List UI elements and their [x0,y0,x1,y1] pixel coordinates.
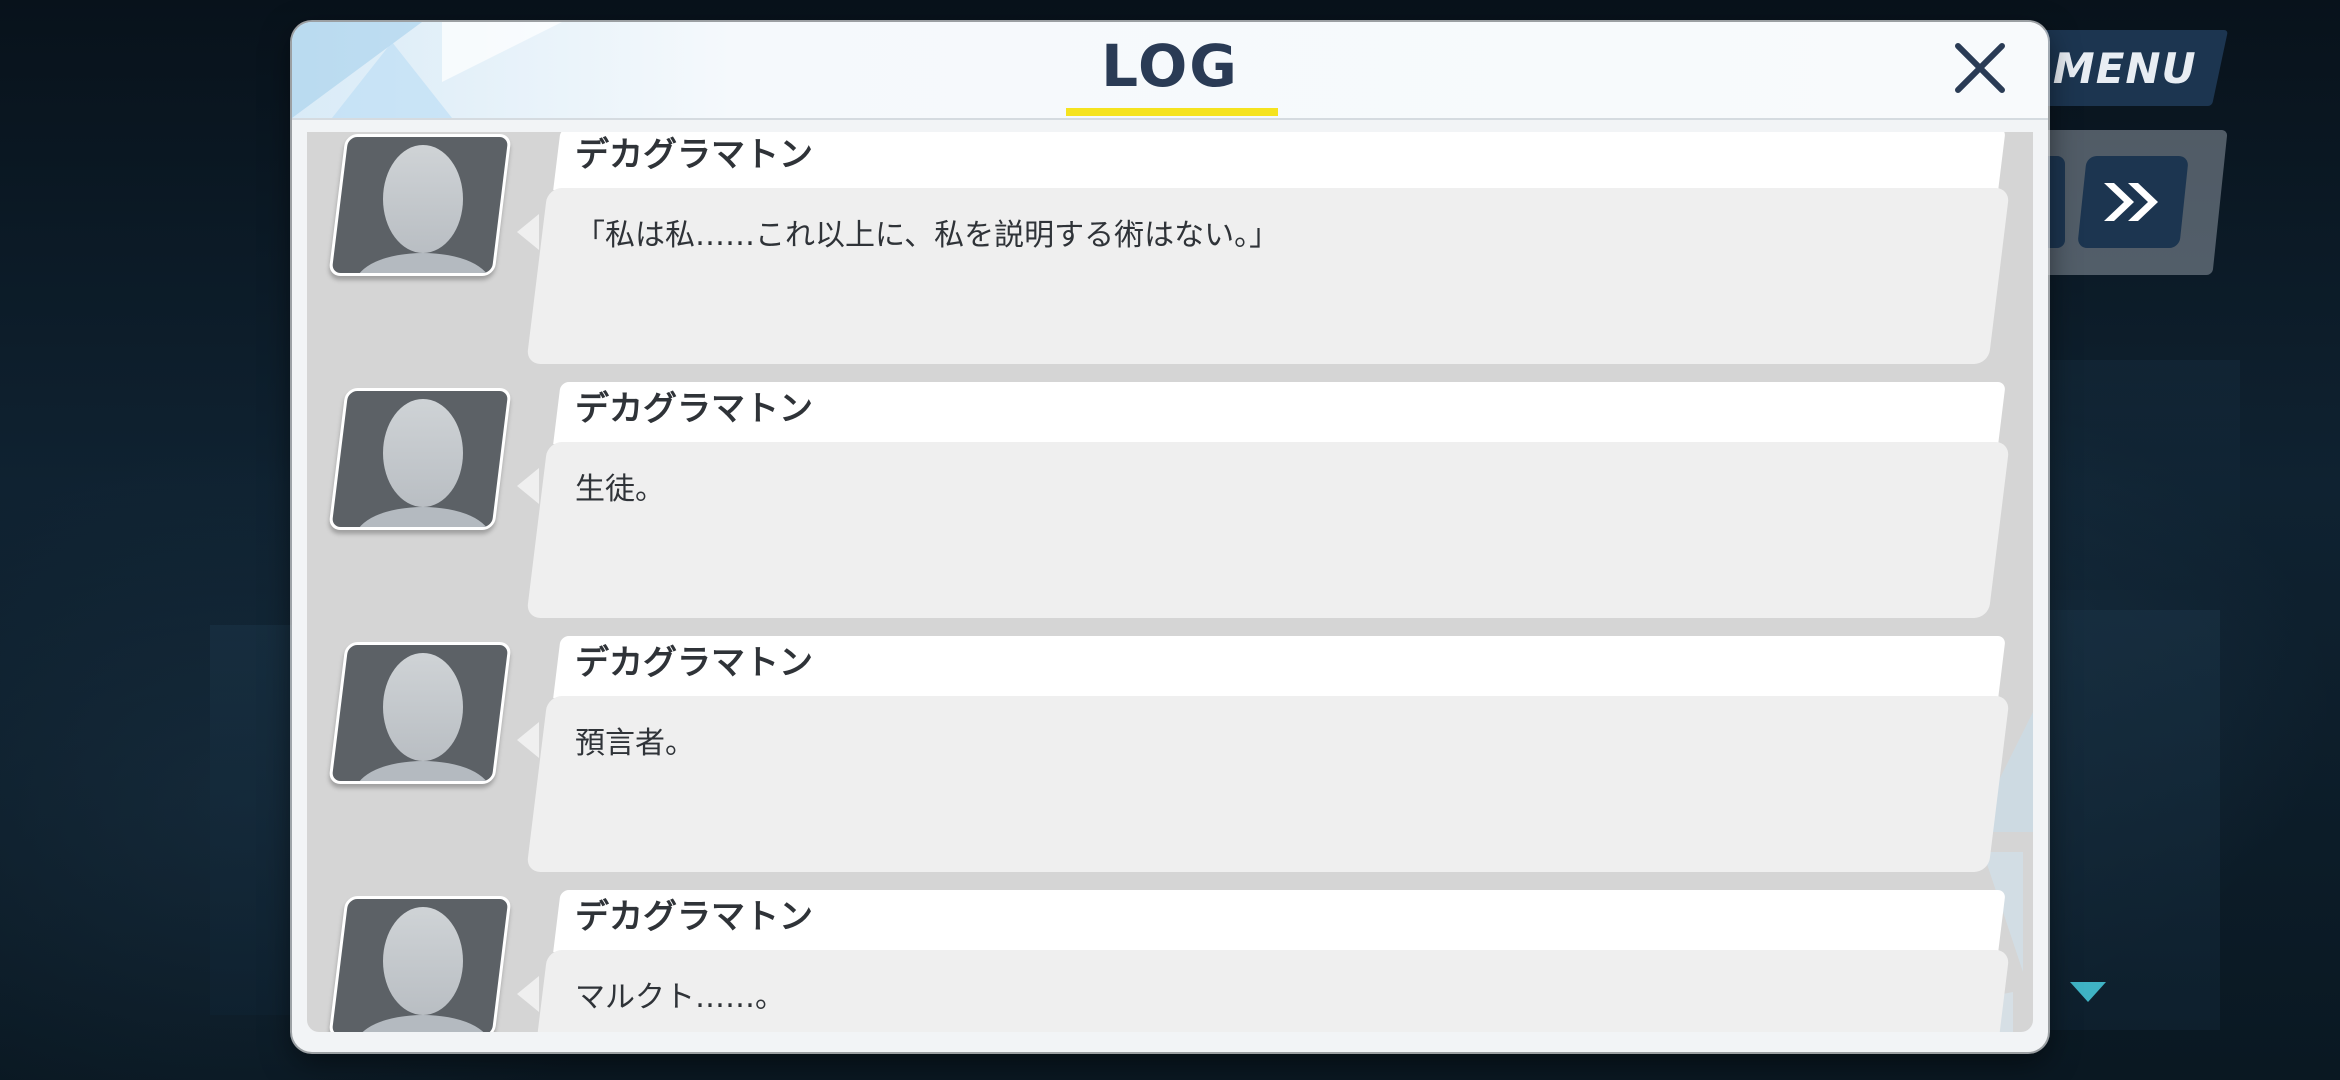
avatar-placeholder-icon [340,645,500,784]
avatar-head [383,145,463,253]
avatar-head [383,907,463,1015]
speaker-name: デカグラマトン [575,643,813,683]
skip-button[interactable] [2077,156,2189,248]
log-entry: デカグラマトン マルクト……。 [307,870,2033,1032]
avatar-shoulders [356,1015,490,1032]
log-scroll-area[interactable]: デカグラマトン 「私は私……これ以上に、私を説明する術はない。」 デカグラマトン… [307,132,2033,1032]
avatar-head [383,653,463,761]
menu-button-label: MENU [2053,43,2197,93]
avatar [328,134,512,276]
log-entry: デカグラマトン 預言者。 [307,616,2033,872]
log-entry: デカグラマトン 「私は私……これ以上に、私を説明する術はない。」 [307,132,2033,364]
fast-forward-icon [2104,183,2158,221]
avatar [328,896,512,1032]
speech-bubble [526,696,2010,872]
avatar [328,388,512,530]
avatar-placeholder-icon [340,391,500,530]
avatar-shoulders [356,761,490,784]
dialogue-text: 生徒。 [575,472,665,507]
log-title: LOG [1101,32,1239,100]
avatar-shoulders [356,507,490,530]
avatar-placeholder-icon [340,899,500,1032]
avatar-placeholder-icon [340,137,500,276]
speech-bubble-tail [517,976,539,1012]
log-dialog: LOG デカグラマトン 「私は私……これ以上に、私を説明する術はない。」 デカグ… [292,22,2048,1052]
caret-down-icon[interactable] [2070,982,2106,1002]
background-structure [2040,360,2240,590]
dialogue-text: 「私は私……これ以上に、私を説明する術はない。」 [575,218,1280,253]
speech-bubble [526,442,2010,618]
speech-bubble-tail [517,468,539,504]
background-structure [2050,610,2220,1030]
dialogue-text: 預言者。 [575,726,695,761]
log-list: デカグラマトン 「私は私……これ以上に、私を説明する術はない。」 デカグラマトン… [307,132,2033,1032]
menu-button[interactable]: MENU [2021,30,2229,106]
log-dialog-header: LOG [292,22,2048,120]
speech-bubble-tail [517,214,539,250]
speech-bubble-tail [517,722,539,758]
title-underline [1066,108,1278,116]
avatar [328,642,512,784]
close-icon [1955,43,2005,93]
speech-bubble [526,188,2010,364]
log-entry: デカグラマトン 生徒。 [307,362,2033,618]
speaker-name: デカグラマトン [575,135,813,175]
avatar-shoulders [356,253,490,276]
close-button[interactable] [1948,36,2012,100]
speaker-name: デカグラマトン [575,389,813,429]
speaker-name: デカグラマトン [575,897,813,937]
background-structure [210,625,300,1015]
avatar-head [383,399,463,507]
dialogue-text: マルクト……。 [575,980,785,1015]
